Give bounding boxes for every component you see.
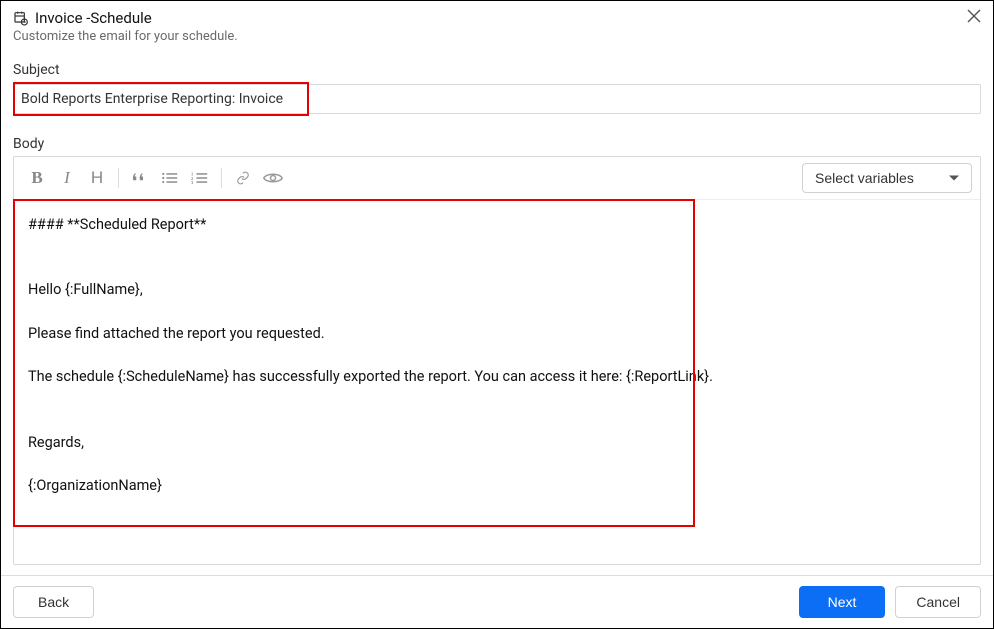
quote-icon — [131, 171, 149, 185]
body-label: Body — [13, 136, 981, 152]
heading-button[interactable]: H — [82, 165, 112, 191]
link-button[interactable] — [228, 165, 258, 191]
list-ul-icon — [161, 171, 179, 185]
modal-subtitle: Customize the email for your schedule. — [13, 29, 981, 44]
subject-input[interactable]: Bold Reports Enterprise Reporting: Invoi… — [21, 84, 283, 114]
italic-button[interactable]: I — [52, 165, 82, 191]
bold-button[interactable]: B — [22, 165, 52, 191]
select-variables-dropdown[interactable]: Select variables — [802, 163, 972, 193]
svg-text:3: 3 — [191, 180, 194, 185]
select-variables-label: Select variables — [815, 170, 914, 186]
body-editor: B I H — [13, 156, 981, 565]
schedule-email-modal: Invoice -Schedule Customize the email fo… — [1, 1, 993, 628]
cancel-button[interactable]: Cancel — [895, 586, 981, 618]
close-button[interactable] — [967, 9, 981, 23]
toolbar-divider — [118, 168, 119, 188]
unordered-list-button[interactable] — [155, 165, 185, 191]
toolbar-divider — [221, 168, 222, 188]
modal-header: Invoice -Schedule Customize the email fo… — [1, 1, 993, 50]
modal-footer: Back Next Cancel — [1, 575, 993, 628]
quote-button[interactable] — [125, 165, 155, 191]
preview-button[interactable] — [258, 165, 288, 191]
subject-row: Bold Reports Enterprise Reporting: Invoi… — [13, 82, 981, 116]
list-ol-icon: 1 2 3 — [191, 171, 209, 185]
subject-label: Subject — [13, 62, 981, 78]
editor-content-wrap: #### **Scheduled Report** Hello {:FullNa… — [14, 200, 980, 564]
body-textarea[interactable]: #### **Scheduled Report** Hello {:FullNa… — [14, 200, 980, 564]
next-button[interactable]: Next — [799, 586, 886, 618]
modal-title: Invoice -Schedule — [35, 9, 152, 27]
calendar-schedule-icon — [13, 10, 29, 26]
form-section: Subject Bold Reports Enterprise Reportin… — [1, 50, 993, 575]
eye-icon — [263, 171, 283, 185]
back-button[interactable]: Back — [13, 586, 94, 618]
close-icon — [967, 9, 981, 23]
ordered-list-button[interactable]: 1 2 3 — [185, 165, 215, 191]
editor-toolbar: B I H — [14, 157, 980, 200]
link-icon — [234, 171, 252, 185]
